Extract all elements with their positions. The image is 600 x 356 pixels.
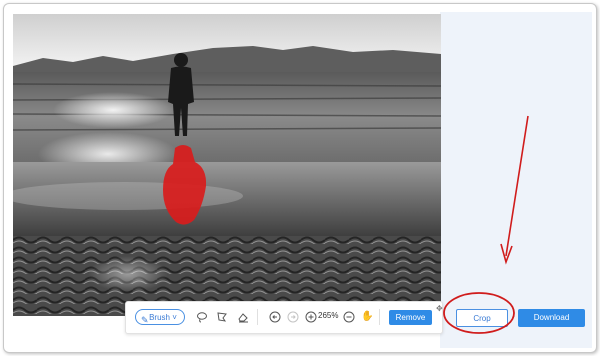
pen-icon: ✎ <box>141 315 149 325</box>
edit-toolbar: ✎ Brush ˅ 265% ✋ Remove <box>125 301 443 334</box>
toolbar-divider <box>379 309 380 325</box>
redo-icon[interactable] <box>287 311 299 323</box>
brush-dropdown[interactable]: ✎ Brush ˅ <box>135 309 185 325</box>
zoom-in-icon[interactable] <box>305 311 317 323</box>
brush-label: Brush <box>149 313 170 322</box>
beach-photo <box>13 14 441 316</box>
hand-icon[interactable]: ✋ <box>361 311 373 323</box>
side-panel <box>440 12 592 348</box>
remove-button[interactable]: Remove <box>389 310 432 325</box>
zoom-level: 265% <box>318 311 339 320</box>
chevron-down-icon: ˅ <box>170 313 177 322</box>
undo-icon[interactable] <box>269 311 281 323</box>
polygon-lasso-icon[interactable] <box>216 311 228 323</box>
zoom-out-icon[interactable] <box>343 311 355 323</box>
crop-button[interactable]: Crop <box>456 309 508 327</box>
eraser-icon[interactable] <box>237 311 249 323</box>
lasso-icon[interactable] <box>196 311 208 323</box>
toolbar-divider <box>257 309 258 325</box>
download-button[interactable]: Download <box>518 309 585 327</box>
move-icon[interactable]: ✥ <box>436 304 443 313</box>
image-canvas[interactable] <box>13 14 441 316</box>
app-window: ✎ Brush ˅ 265% ✋ Remove ✥ Crop Download <box>3 3 597 353</box>
